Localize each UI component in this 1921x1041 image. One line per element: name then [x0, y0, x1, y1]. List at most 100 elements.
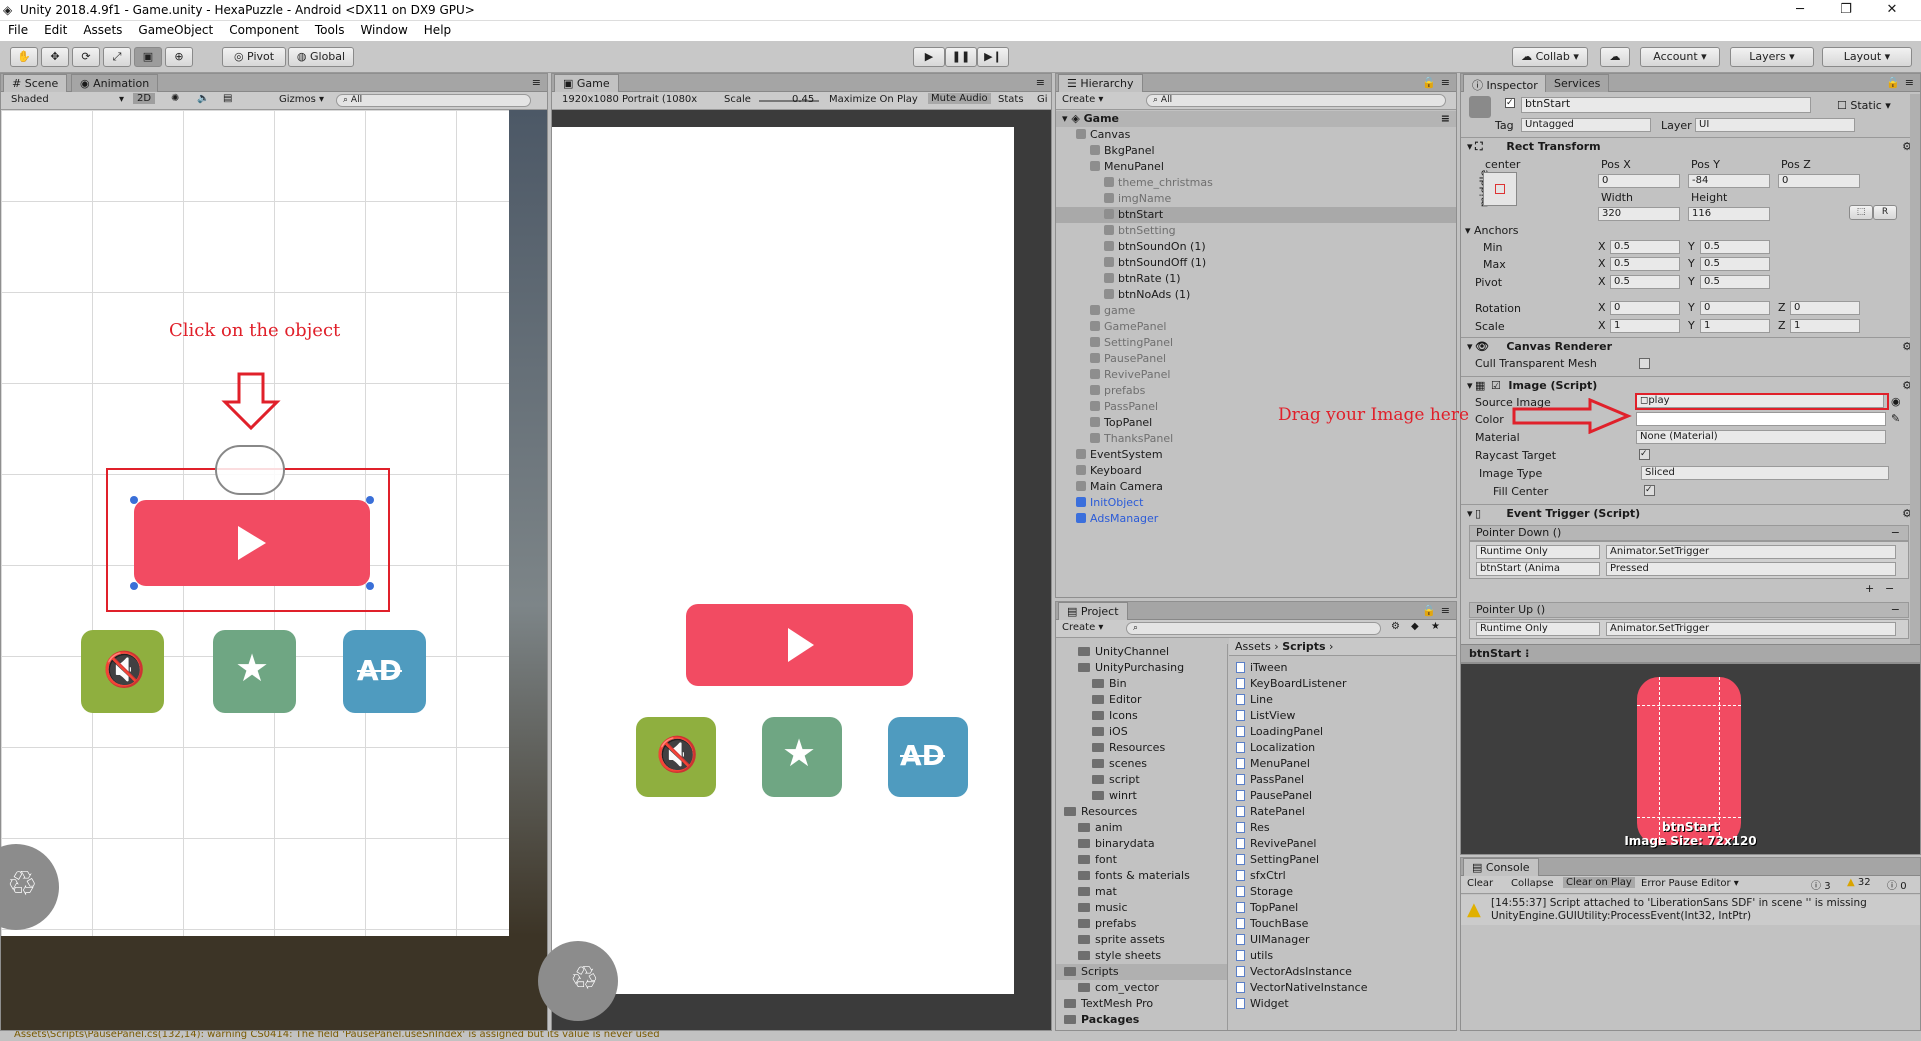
maximize-on-play-toggle[interactable]: Maximize On Play [829, 94, 918, 105]
breadcrumb-scripts[interactable]: Scripts [1282, 640, 1325, 653]
pause-icon[interactable]: ❚❚ [945, 47, 977, 67]
panel-menu-icon[interactable]: ≡ [1441, 604, 1450, 617]
error-count-toggle[interactable]: ⓘ 0 [1887, 877, 1907, 892]
rect-handle[interactable] [130, 582, 138, 590]
hierarchy-item[interactable]: btnStart [1056, 207, 1456, 223]
script-asset-item[interactable]: RatePanel [1236, 804, 1446, 820]
hierarchy-item[interactable]: Main Camera [1056, 479, 1456, 495]
panel-menu-icon[interactable]: ≡ [1441, 76, 1450, 89]
canvas-renderer-header[interactable]: ▾ 👁 Canvas Renderer ⚙ [1461, 337, 1920, 355]
trigger-arg-field[interactable]: Pressed [1606, 562, 1896, 576]
script-asset-item[interactable]: PassPanel [1236, 772, 1446, 788]
static-toggle[interactable]: ☐ Static ▾ [1837, 99, 1891, 112]
project-folder-item[interactable]: iOS [1056, 724, 1227, 740]
project-folder-item[interactable]: Editor [1056, 692, 1227, 708]
audio-icon[interactable]: 🔈 [197, 93, 209, 104]
project-folder-item[interactable]: TextMesh Pro [1056, 996, 1227, 1012]
project-folder-item[interactable]: anim [1056, 820, 1227, 836]
active-checkbox[interactable]: ✓ [1505, 98, 1515, 108]
inspector-scrollbar[interactable] [1910, 94, 1920, 644]
project-folder-item[interactable]: mat [1056, 884, 1227, 900]
vector-field-rot-x[interactable]: 0 [1610, 301, 1680, 315]
scene-noads-button[interactable]: AD [343, 630, 426, 713]
script-asset-item[interactable]: Res [1236, 820, 1446, 836]
tab-services[interactable]: Services [1545, 74, 1610, 92]
script-asset-item[interactable]: TouchBase [1236, 916, 1446, 932]
clear-button[interactable]: Clear [1467, 878, 1493, 889]
rect-transform-header[interactable]: ▾ ⛶ Rect Transform ⚙ [1461, 137, 1920, 155]
vector-field-max-x[interactable]: 0.5 [1610, 257, 1680, 271]
script-asset-item[interactable]: Localization [1236, 740, 1446, 756]
object-picker-icon[interactable]: ◉ [1891, 395, 1901, 408]
hierarchy-item[interactable]: Keyboard [1056, 463, 1456, 479]
scene-menu-icon[interactable]: ≡ [1441, 111, 1450, 127]
posy-field[interactable]: -84 [1688, 174, 1770, 188]
project-folder-item[interactable]: scenes [1056, 756, 1227, 772]
tab-game[interactable]: ▣ Game [554, 74, 619, 92]
hierarchy-item[interactable]: SettingPanel [1056, 335, 1456, 351]
project-folder-item[interactable]: prefabs [1056, 916, 1227, 932]
vector-field-sc-z[interactable]: 1 [1790, 319, 1860, 333]
gizmos-toggle[interactable]: Gi [1037, 94, 1048, 105]
rotate-tool-icon[interactable]: ⟳ [72, 47, 100, 67]
remove-listener-icon[interactable]: − [1885, 582, 1894, 595]
raycast-checkbox[interactable]: ✓ [1639, 449, 1650, 460]
resolution-dropdown[interactable]: 1920x1080 Portrait (1080x [562, 94, 697, 105]
move-tool-icon[interactable]: ✥ [41, 47, 69, 67]
hierarchy-item[interactable]: btnSetting [1056, 223, 1456, 239]
hierarchy-item[interactable]: MenuPanel [1056, 159, 1456, 175]
object-name-input[interactable]: btnStart [1521, 97, 1811, 113]
anchor-preset-button[interactable] [1483, 172, 1517, 206]
menu-tools[interactable]: Tools [307, 21, 353, 37]
hand-tool-icon[interactable]: ✋ [10, 47, 38, 67]
lock-icon[interactable]: 🔒 [1886, 76, 1900, 89]
vector-field-rot-z[interactable]: 0 [1790, 301, 1860, 315]
2d-toggle[interactable]: 2D [133, 93, 156, 104]
vector-field-max-y[interactable]: 0.5 [1700, 257, 1770, 271]
menu-component[interactable]: Component [221, 21, 307, 37]
light-icon[interactable]: ✺ [171, 93, 179, 104]
project-folder-item[interactable]: Scripts [1056, 964, 1227, 980]
hierarchy-item[interactable]: prefabs [1056, 383, 1456, 399]
eyedropper-icon[interactable]: ✎ [1891, 412, 1900, 425]
game-play-button[interactable] [686, 604, 913, 686]
hierarchy-item[interactable]: Canvas [1056, 127, 1456, 143]
step-icon[interactable]: ▶❙ [977, 47, 1009, 67]
project-folder-item[interactable]: font [1056, 852, 1227, 868]
vector-field-sc-y[interactable]: 1 [1700, 319, 1770, 333]
hierarchy-item[interactable]: theme_christmas [1056, 175, 1456, 191]
collapse-toggle[interactable]: Collapse [1511, 878, 1554, 889]
console-entry[interactable]: ▲ [14:55:37] Script attached to 'Liberat… [1461, 895, 1920, 925]
hierarchy-item[interactable]: btnSoundOn (1) [1056, 239, 1456, 255]
cull-checkbox[interactable] [1639, 358, 1650, 369]
height-field[interactable]: 116 [1688, 207, 1770, 221]
global-toggle[interactable]: ◍ Global [288, 47, 354, 67]
scene-rate-button[interactable]: ★ [213, 630, 296, 713]
project-folder-item[interactable]: winrt [1056, 788, 1227, 804]
project-folder-item[interactable]: Icons [1056, 708, 1227, 724]
posz-field[interactable]: 0 [1778, 174, 1860, 188]
maximize-icon[interactable]: ❐ [1823, 0, 1869, 21]
hierarchy-item[interactable]: game [1056, 303, 1456, 319]
mute-audio-toggle[interactable]: Mute Audio [928, 93, 991, 104]
project-folder-item[interactable]: script [1056, 772, 1227, 788]
script-asset-item[interactable]: VectorNativeInstance [1236, 980, 1446, 996]
project-folder-item[interactable]: UnityChannel [1056, 644, 1227, 660]
scene-play-button[interactable] [134, 500, 370, 586]
lock-icon[interactable]: 🔒 [1422, 76, 1436, 89]
editor-dropdown[interactable]: Editor ▾ [1701, 878, 1739, 889]
image-enabled-checkbox[interactable]: ☑ [1491, 377, 1501, 395]
vector-field-min-x[interactable]: 0.5 [1610, 240, 1680, 254]
vector-field-pivot-y[interactable]: 0.5 [1700, 275, 1770, 289]
script-asset-item[interactable]: SettingPanel [1236, 852, 1446, 868]
tab-hierarchy[interactable]: ☰ Hierarchy [1058, 74, 1143, 92]
hierarchy-create-dropdown[interactable]: Create ▾ [1062, 94, 1103, 105]
tab-animation[interactable]: ◉ Animation [71, 74, 159, 92]
project-folder-item[interactable]: binarydata [1056, 836, 1227, 852]
breadcrumb-assets[interactable]: Assets [1235, 640, 1271, 653]
script-asset-item[interactable]: KeyBoardListener [1236, 676, 1446, 692]
tag-dropdown[interactable]: Untagged [1521, 118, 1651, 132]
project-folder-item[interactable]: Packages [1056, 1012, 1227, 1028]
event-trigger-header[interactable]: ▾ ▯ Event Trigger (Script) ⚙ [1461, 504, 1920, 522]
project-folder-item[interactable]: Resources [1056, 740, 1227, 756]
